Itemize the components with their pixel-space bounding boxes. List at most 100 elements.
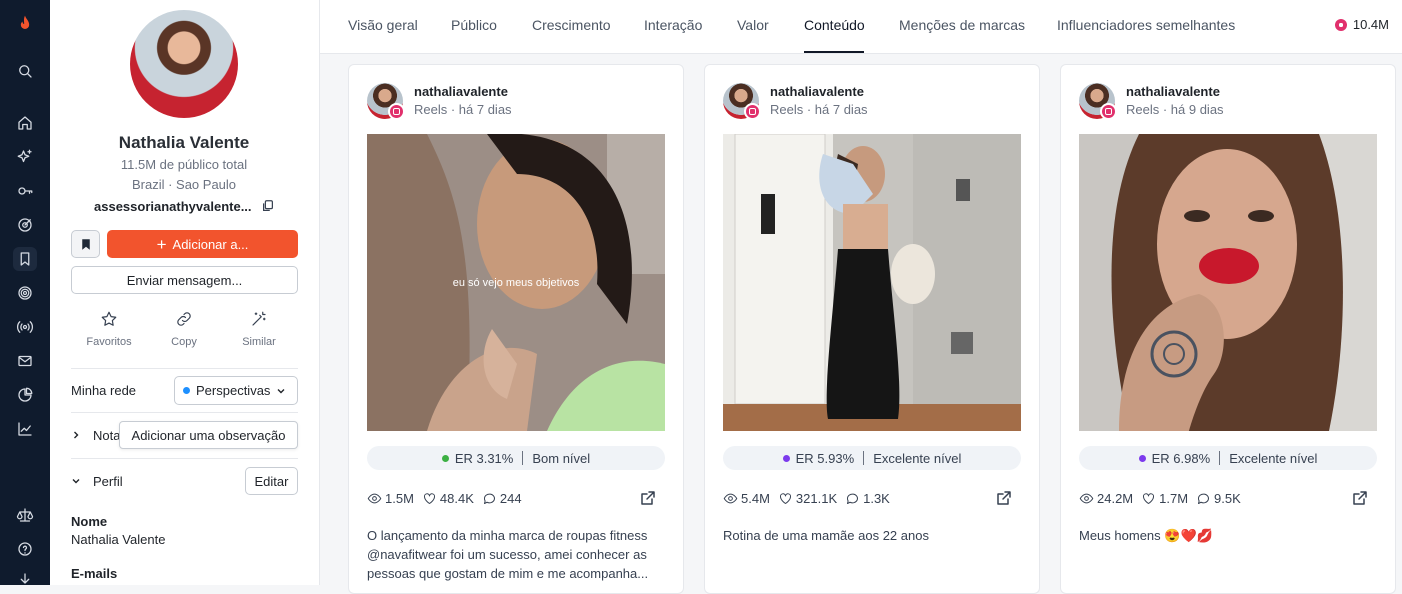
tab-brand-mentions[interactable]: Menções de marcas <box>899 17 1025 33</box>
comment-icon <box>483 493 495 504</box>
instagram-icon <box>1334 18 1347 31</box>
post-card[interactable]: nathaliavalente Reels · há 9 dias ER 6.9… <box>1060 64 1396 594</box>
engagement-level: Excelente nível <box>1229 450 1318 466</box>
level-dot <box>1138 454 1146 462</box>
tab-value[interactable]: Valor <box>737 17 769 33</box>
name-field-value: Nathalia Valente <box>71 532 166 547</box>
active-tab-indicator <box>804 51 864 53</box>
engagement-level: Excelente nível <box>873 450 962 466</box>
profile-section-label[interactable]: Perfil <box>93 474 123 489</box>
post-thumbnail[interactable] <box>723 134 1021 431</box>
likes-count: 1.7M <box>1159 491 1189 506</box>
engagement-rate-pill: ER 5.93% Excelente nível <box>723 446 1021 470</box>
comment-icon <box>847 493 859 504</box>
heart-icon <box>1143 493 1155 504</box>
post-caption: O lançamento da minha marca de roupas fi… <box>367 528 649 581</box>
add-note-tooltip: Adicionar uma observação <box>119 421 298 449</box>
profile-handle: assessorianathyvalente... <box>94 199 252 214</box>
top-tabs: Visão geral Público Crescimento Interaçã… <box>320 0 1402 54</box>
post-stats: 24.2M 1.7M 9.5K <box>1079 491 1241 506</box>
scale-icon[interactable] <box>13 503 37 527</box>
name-field-label: Nome <box>71 514 108 529</box>
emails-field-label: E-mails <box>71 566 118 581</box>
nav-rail <box>0 0 50 585</box>
favorites-action[interactable]: Favoritos <box>74 310 144 348</box>
chevron-down-icon <box>277 388 285 393</box>
mail-icon[interactable] <box>13 349 37 373</box>
post-meta: Reels · há 7 dias <box>770 102 868 117</box>
similar-label: Similar <box>242 336 276 348</box>
external-link-icon[interactable] <box>996 490 1012 506</box>
divider <box>71 368 298 369</box>
post-meta: Reels · há 9 dias <box>1126 102 1224 117</box>
tab-overview[interactable]: Visão geral <box>348 17 418 33</box>
tab-similar-influencers[interactable]: Influenciadores semelhantes <box>1057 17 1235 33</box>
broadcast-icon[interactable] <box>13 315 37 339</box>
post-username[interactable]: nathaliavalente <box>770 84 864 99</box>
engagement-rate: ER 3.31% <box>454 450 514 466</box>
network-select[interactable]: Perspectivas <box>174 376 298 405</box>
post-username[interactable]: nathaliavalente <box>414 84 508 99</box>
help-icon[interactable] <box>13 537 37 561</box>
post-stats: 1.5M 48.4K 244 <box>367 491 522 506</box>
comments-count: 244 <box>499 491 522 506</box>
home-icon[interactable] <box>13 111 37 135</box>
copy-icon[interactable] <box>261 199 275 213</box>
copy-label: Copy <box>171 336 197 348</box>
trend-chart-icon[interactable] <box>13 417 37 441</box>
divider <box>71 458 298 459</box>
tab-content[interactable]: Conteúdo <box>804 17 865 33</box>
external-link-icon[interactable] <box>1352 490 1368 506</box>
engagement-rate: ER 5.93% <box>795 450 855 466</box>
post-card[interactable]: nathaliavalente Reels · há 7 dias eu só … <box>348 64 684 594</box>
divider <box>71 412 298 413</box>
post-thumbnail[interactable]: eu só vejo meus objetivos <box>367 134 665 431</box>
views-count: 5.4M <box>741 491 770 506</box>
profile-sidebar: Nathalia Valente 11.5M de público total … <box>50 0 320 585</box>
add-to-list-button[interactable]: + Adicionar a... <box>107 230 298 258</box>
profile-location: Brazil · Sao Paulo <box>131 177 237 192</box>
bookmark-icon[interactable] <box>13 247 37 271</box>
bookmark-button[interactable] <box>71 230 100 258</box>
heart-icon <box>423 493 435 504</box>
comments-count: 1.3K <box>863 491 890 506</box>
search-icon[interactable] <box>13 59 37 83</box>
eye-icon <box>367 493 382 504</box>
separator <box>1219 451 1221 465</box>
tab-audience[interactable]: Público <box>451 17 497 33</box>
chevron-down-icon[interactable] <box>71 476 81 486</box>
post-card[interactable]: nathaliavalente Reels · há 7 dias ER 5.9… <box>704 64 1040 594</box>
post-username[interactable]: nathaliavalente <box>1126 84 1220 99</box>
separator <box>863 451 865 465</box>
star-icon <box>101 311 117 326</box>
instagram-icon <box>388 103 405 120</box>
similar-action[interactable]: Similar <box>224 310 294 348</box>
bookmark-filled-icon <box>81 238 90 250</box>
tab-growth[interactable]: Crescimento <box>532 17 611 33</box>
add-to-list-label: Adicionar a... <box>172 236 249 252</box>
reach-indicator[interactable]: 10.4M <box>1334 17 1389 32</box>
key-icon[interactable] <box>13 179 37 203</box>
favorites-label: Favoritos <box>86 336 132 348</box>
heart-icon <box>779 493 791 504</box>
sparkles-icon[interactable] <box>13 145 37 169</box>
brand-logo-icon[interactable] <box>13 12 37 36</box>
network-label: Minha rede <box>71 383 137 398</box>
post-thumbnail[interactable] <box>1079 134 1377 431</box>
post-caption: Rotina de uma mamãe aos 22 anos <box>723 528 929 543</box>
edit-profile-button[interactable]: Editar <box>245 467 298 495</box>
target-icon[interactable] <box>13 213 37 237</box>
profile-avatar <box>130 10 238 118</box>
bullseye-icon[interactable] <box>13 281 37 305</box>
link-icon <box>177 312 191 326</box>
external-link-icon[interactable] <box>640 490 656 506</box>
chevron-right-icon[interactable] <box>71 430 81 440</box>
level-dot <box>782 454 790 462</box>
tab-engagement[interactable]: Interação <box>644 17 702 33</box>
pie-chart-icon[interactable] <box>13 383 37 407</box>
send-message-button[interactable]: Enviar mensagem... <box>71 266 298 294</box>
separator <box>522 451 524 465</box>
download-icon[interactable] <box>13 568 37 592</box>
copy-action[interactable]: Copy <box>149 310 219 348</box>
notes-label[interactable]: Nota <box>93 428 120 443</box>
